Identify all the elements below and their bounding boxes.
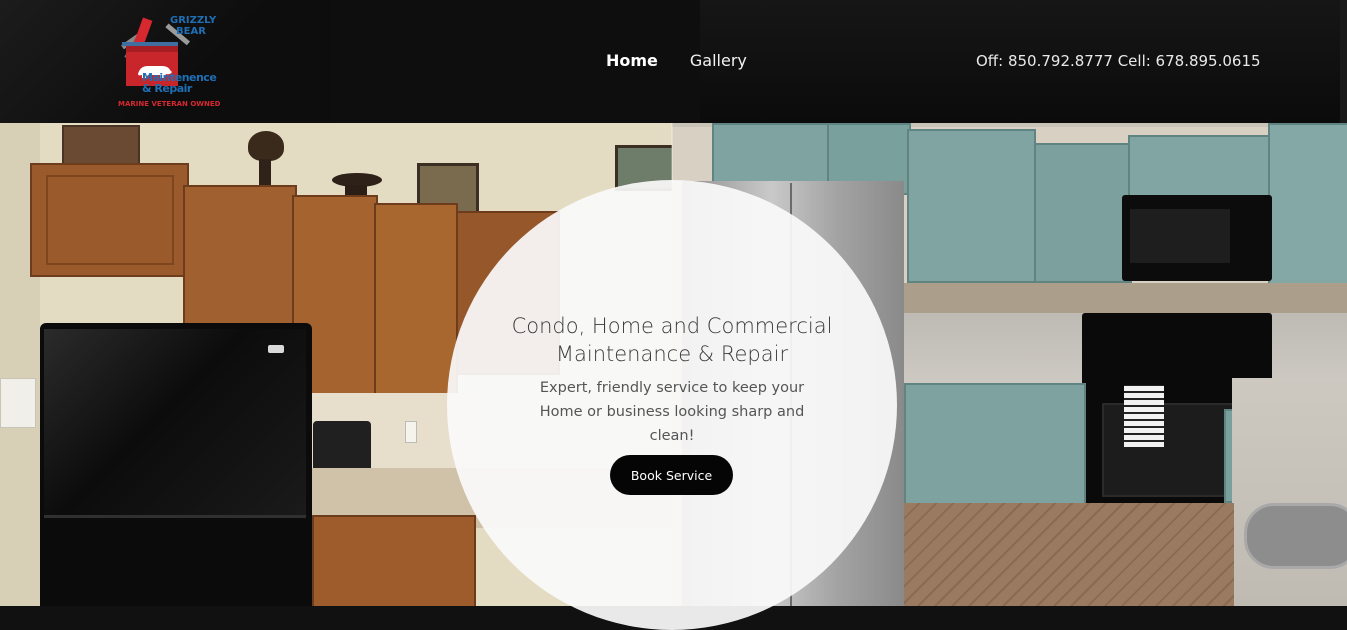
hero-subtext: Expert, friendly service to keep your Ho… xyxy=(539,380,805,444)
logo-text-line2: BEAR xyxy=(176,26,206,37)
book-service-button[interactable]: Book Service xyxy=(610,455,733,495)
header-edge xyxy=(1340,0,1347,123)
hero-headline: Condo, Home and Commercial Maintenance &… xyxy=(447,312,897,368)
hero-headline-line1: Condo, Home and Commercial xyxy=(511,314,833,338)
nav-gallery-link[interactable]: Gallery xyxy=(690,51,747,70)
nav-home-link[interactable]: Home xyxy=(606,51,658,70)
logo-text-line1: GRIZZLY xyxy=(170,15,217,26)
contact-phones: Off: 850.792.8777 Cell: 678.895.0615 xyxy=(976,52,1261,70)
hero-callout-circle: Condo, Home and Commercial Maintenance &… xyxy=(447,180,897,630)
site-header: GRIZZLY BEAR Maintenence & Repair MARINE… xyxy=(0,0,1347,123)
logo-text-line4: & Repair xyxy=(142,82,192,95)
hero-headline-line2: Maintenance & Repair xyxy=(555,342,789,366)
main-nav: Home Gallery xyxy=(606,51,747,70)
logo[interactable]: GRIZZLY BEAR Maintenence & Repair MARINE… xyxy=(112,12,222,112)
logo-tagline: MARINE VETERAN OWNED xyxy=(118,100,221,108)
